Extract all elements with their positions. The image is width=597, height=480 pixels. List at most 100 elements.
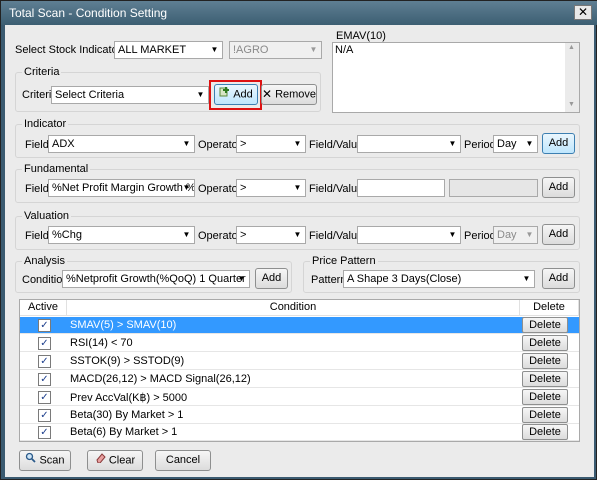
valuation-period-select: Day ▼ [493,226,538,244]
indicator-group-title: Indicator [22,118,69,130]
criteria-select[interactable]: Select Criteria ▼ [51,86,209,104]
chevron-down-icon: ▼ [309,45,318,54]
title-bar[interactable]: Total Scan - Condition Setting ✕ [1,1,597,25]
chevron-down-icon: ▼ [182,230,191,239]
delete-button[interactable]: Delete [522,424,568,440]
indicator-add-button[interactable]: Add [542,133,575,154]
chevron-down-icon: ▼ [293,230,302,239]
active-checkbox[interactable]: ✓ [38,319,51,332]
cancel-button[interactable]: Cancel [155,450,211,471]
price-pattern-label: Pattern [311,274,347,286]
price-pattern-add-button[interactable]: Add [542,268,575,289]
indicator-field-value: ADX [52,138,75,150]
fundamental-field-value: %Net Profit Margin Growth %YoY [52,182,195,194]
emav-textarea[interactable]: N/A ▲ ▼ [332,42,580,113]
price-pattern-group-title: Price Pattern [310,255,378,267]
active-checkbox[interactable]: ✓ [38,426,51,439]
stock-indicator-select[interactable]: ALL MARKET ▼ [114,41,223,59]
fundamental-value-input[interactable] [357,179,445,197]
column-header-delete[interactable]: Delete [520,300,579,316]
emav-label: EMAV(10) [336,30,386,42]
indicator-period-select[interactable]: Day ▼ [493,135,538,153]
condition-text: Prev AccVal(K฿) > 5000 [70,392,188,404]
table-row[interactable]: ✓ Prev AccVal(K฿) > 5000 Delete [20,389,579,406]
indicator-period-value: Day [497,138,517,150]
chevron-down-icon: ▼ [237,274,246,283]
valuation-value-select[interactable]: ▼ [357,226,461,244]
scroll-up-icon[interactable]: ▲ [568,44,575,51]
criteria-remove-button[interactable]: ✕ Remove [261,84,317,105]
price-pattern-value: A Shape 3 Days(Close) [347,273,462,285]
stock-indicator-label: Select Stock Indicator : [15,44,128,56]
active-checkbox[interactable]: ✓ [38,337,51,350]
chevron-down-icon: ▼ [522,274,531,283]
stock-secondary-select: !AGRO ▼ [229,41,322,59]
fundamental-group-title: Fundamental [22,163,91,175]
fundamental-value-label: Field/Value [309,183,364,195]
valuation-field-label: Field [25,230,49,242]
scroll-down-icon[interactable]: ▼ [568,101,575,108]
analysis-condition-select[interactable]: %Netprofit Growth(%QoQ) 1 Quarter ▼ [62,270,250,288]
scan-button[interactable]: Scan [19,450,71,471]
valuation-period-value: Day [497,229,517,241]
delete-button[interactable]: Delete [522,371,568,387]
active-checkbox[interactable]: ✓ [38,355,51,368]
fundamental-operator-select[interactable]: > ▼ [236,179,306,197]
valuation-field-select[interactable]: %Chg ▼ [48,226,195,244]
condition-text: SSTOK(9) > SSTOD(9) [70,355,185,367]
indicator-period-label: Period [464,139,496,151]
chevron-down-icon: ▼ [525,139,534,148]
criteria-add-label: Add [233,88,253,101]
chevron-down-icon: ▼ [293,183,302,192]
table-row[interactable]: ✓ RSI(14) < 70 Delete [20,335,579,352]
criteria-add-button[interactable]: Add [214,84,258,105]
emav-scrollbar[interactable]: ▲ ▼ [565,43,579,112]
close-button[interactable]: ✕ [574,5,592,20]
fundamental-operator-value: > [240,182,247,194]
window-title: Total Scan - Condition Setting [9,6,168,20]
valuation-group-title: Valuation [22,210,72,222]
column-header-active[interactable]: Active [20,300,67,316]
column-header-condition[interactable]: Condition [67,300,520,316]
add-icon [219,85,230,104]
chevron-down-icon: ▼ [525,230,534,239]
dialog-body: Select Stock Indicator : ALL MARKET ▼ !A… [5,25,594,477]
delete-button[interactable]: Delete [522,317,568,333]
analysis-add-button[interactable]: Add [255,268,288,289]
analysis-condition-value: %Netprofit Growth(%QoQ) 1 Quarter [66,273,246,285]
eraser-icon [95,451,106,470]
clear-button[interactable]: Clear [87,450,143,471]
criteria-remove-label: Remove [275,88,317,101]
active-checkbox[interactable]: ✓ [38,409,51,422]
scan-label: Scan [39,454,65,467]
condition-text: SMAV(5) > SMAV(10) [70,319,177,331]
clear-label: Clear [108,454,136,467]
delete-button[interactable]: Delete [522,353,568,369]
delete-button[interactable]: Delete [522,389,568,405]
active-checkbox[interactable]: ✓ [38,391,51,404]
valuation-period-label: Period [464,230,496,242]
price-pattern-select[interactable]: A Shape 3 Days(Close) ▼ [343,270,535,288]
fundamental-field-select[interactable]: %Net Profit Margin Growth %YoY ▼ [48,179,195,197]
delete-button[interactable]: Delete [522,407,568,423]
condition-setting-window: Total Scan - Condition Setting ✕ Select … [0,0,597,480]
valuation-field-value: %Chg [52,229,82,241]
active-checkbox[interactable]: ✓ [38,373,51,386]
chevron-down-icon: ▼ [210,45,219,54]
table-row[interactable]: ✓ Beta(6) By Market > 1 Delete [20,424,579,441]
indicator-value-select[interactable]: ▼ [357,135,461,153]
fundamental-add-button[interactable]: Add [542,177,575,198]
valuation-operator-label: Operator [198,230,242,242]
delete-button[interactable]: Delete [522,335,568,351]
table-row[interactable]: ✓ Beta(30) By Market > 1 Delete [20,407,579,424]
valuation-add-button[interactable]: Add [542,224,575,245]
table-row[interactable]: ✓ SSTOK(9) > SSTOD(9) Delete [20,353,579,370]
table-row[interactable]: ✓ MACD(26,12) > MACD Signal(26,12) Delet… [20,371,579,388]
valuation-operator-select[interactable]: > ▼ [236,226,306,244]
condition-text: RSI(14) < 70 [70,337,133,349]
table-row[interactable]: ✓ SMAV(5) > SMAV(10) Delete [20,317,579,334]
condition-text: Beta(30) By Market > 1 [70,409,184,421]
indicator-field-select[interactable]: ADX ▼ [48,135,195,153]
indicator-operator-select[interactable]: > ▼ [236,135,306,153]
chevron-down-icon: ▼ [182,183,191,192]
